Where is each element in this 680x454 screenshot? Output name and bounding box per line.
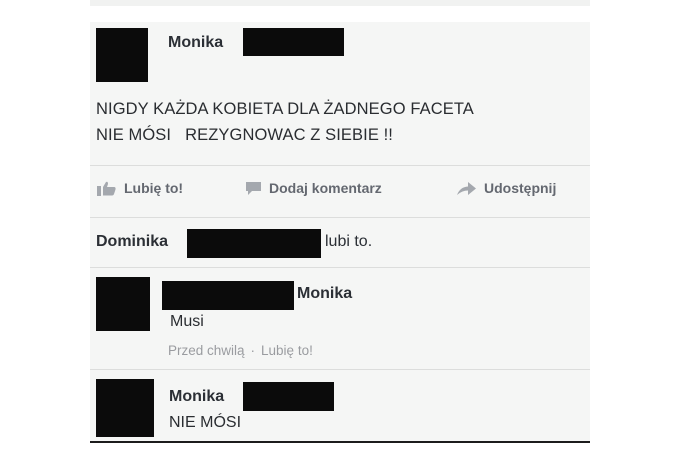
thumbs-up-icon bbox=[97, 181, 117, 196]
share-button[interactable]: Udostępnij bbox=[456, 180, 556, 196]
like-button-label: Lubię to! bbox=[124, 180, 184, 196]
share-button-label: Udostępnij bbox=[484, 180, 557, 196]
comment-1-text: Musi bbox=[170, 313, 204, 330]
comment-button-label: Dodaj komentarz bbox=[269, 180, 382, 196]
actions-top-divider bbox=[90, 165, 590, 166]
speech-bubble-icon bbox=[245, 181, 262, 196]
comments-divider bbox=[90, 369, 590, 370]
comment-1-author-name[interactable]: Monika bbox=[297, 285, 352, 303]
likes-summary: Dominika bbox=[96, 233, 168, 251]
comment-2-text: NIE MÓSI bbox=[169, 414, 242, 431]
screenshot-stage: Monika NIGDY KAŻDA KOBIETA DLA ŻADNEGO F… bbox=[0, 0, 680, 454]
comment-2-avatar[interactable] bbox=[96, 379, 154, 437]
post-author-surname-redaction bbox=[243, 28, 344, 56]
post-body-line-1: NIGDY KAŻDA KOBIETA DLA ŻADNEGO FACETA bbox=[96, 100, 474, 118]
post-author-name[interactable]: Monika bbox=[168, 34, 223, 52]
likes-suffix: lubi to. bbox=[325, 233, 373, 250]
comment-1-time: Przed chwilą bbox=[168, 343, 245, 358]
post-body: NIGDY KAŻDA KOBIETA DLA ŻADNEGO FACETA N… bbox=[96, 96, 576, 148]
bottom-rule bbox=[90, 441, 590, 443]
top-strip bbox=[90, 0, 590, 6]
likes-divider bbox=[90, 267, 590, 268]
comment-1-name-redaction bbox=[162, 281, 294, 310]
like-button[interactable]: Lubię to! bbox=[97, 180, 183, 196]
comment-1-avatar[interactable] bbox=[96, 277, 150, 331]
likes-name[interactable]: Dominika bbox=[96, 233, 168, 250]
actions-bottom-divider bbox=[90, 217, 590, 218]
comment-1-meta: Przed chwilą · Lubię to! bbox=[168, 343, 313, 358]
comment-2-surname-redaction bbox=[243, 382, 334, 411]
comment-2-author-name[interactable]: Monika bbox=[169, 388, 224, 406]
post-author-avatar[interactable] bbox=[96, 28, 148, 82]
post-body-line-2: NIE MÓSI REZYGNOWAC Z SIEBIE !! bbox=[96, 126, 393, 144]
comment-1-separator: · bbox=[250, 343, 256, 358]
comment-1-like-link[interactable]: Lubię to! bbox=[261, 343, 313, 358]
comment-button[interactable]: Dodaj komentarz bbox=[245, 180, 382, 196]
post-card bbox=[90, 22, 590, 442]
share-arrow-icon bbox=[456, 181, 477, 196]
likes-surname-redaction bbox=[187, 229, 321, 258]
